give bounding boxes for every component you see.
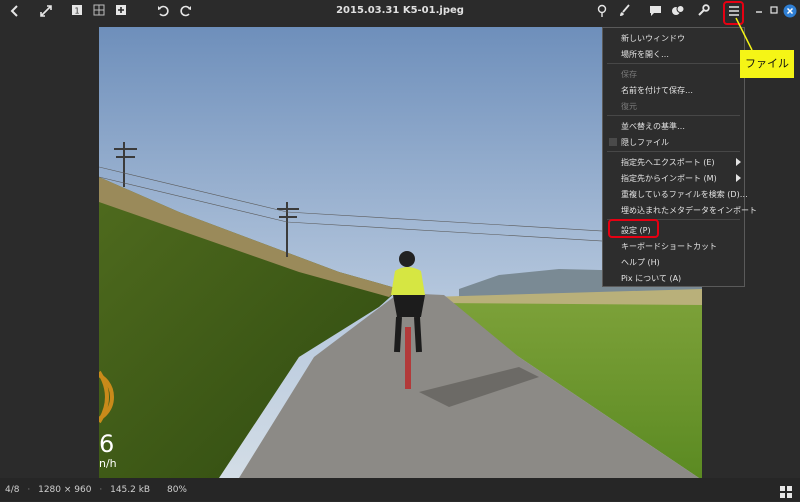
status-dot: · bbox=[99, 485, 103, 495]
comment-icon[interactable] bbox=[648, 4, 662, 22]
status-bar: 4/8 · 1280 × 960 · 145.2 kB 80% bbox=[0, 478, 800, 501]
file-callout-label: ファイル bbox=[740, 50, 794, 78]
thumbnails-grid-icon[interactable] bbox=[780, 483, 792, 498]
menu-item-find-duplicates[interactable]: 重複しているファイルを検索 (D)… bbox=[621, 189, 748, 200]
menu-item-save-as[interactable]: 名前を付けて保存… bbox=[621, 85, 693, 96]
status-dot: · bbox=[27, 485, 31, 495]
menu-item-import-from[interactable]: 指定先からインポート (M) bbox=[621, 173, 717, 184]
submenu-arrow-icon bbox=[736, 158, 741, 166]
preferences-highlight bbox=[608, 219, 659, 238]
menu-separator bbox=[607, 115, 740, 116]
submenu-arrow-icon bbox=[736, 174, 741, 182]
pin-icon[interactable] bbox=[595, 4, 609, 22]
hidden-files-checkbox[interactable] bbox=[609, 138, 617, 146]
wrench-icon[interactable] bbox=[696, 4, 710, 22]
image-position: 4/8 bbox=[5, 485, 20, 495]
image-size: 145.2 kB bbox=[110, 485, 151, 495]
status-info: 4/8 · 1280 × 960 · 145.2 kB 80% bbox=[5, 485, 187, 495]
menu-item-help[interactable]: ヘルプ (H) bbox=[621, 257, 660, 268]
menu-item-export-to[interactable]: 指定先へエクスポート (E) bbox=[621, 157, 715, 168]
brush-icon[interactable] bbox=[617, 4, 631, 22]
menu-item-import-metadata[interactable]: 埋め込まれたメタデータをインポート bbox=[621, 205, 757, 216]
speed-value: 6 bbox=[99, 430, 115, 458]
menu-item-save[interactable]: 保存 bbox=[621, 69, 637, 80]
menu-item-keyboard-shortcuts[interactable]: キーボードショートカット bbox=[621, 241, 717, 252]
file-menu: 新しいウィンドウ 場所を開く… 保存 名前を付けて保存… 復元 並べ替えの基準…… bbox=[602, 27, 757, 287]
menu-separator bbox=[607, 151, 740, 152]
menu-item-sort-by[interactable]: 並べ替えの基準… bbox=[621, 121, 685, 132]
header-bar: 1 2015.03.31 K5-01.jpeg bbox=[0, 0, 800, 27]
menu-item-hidden-files[interactable]: 隠しファイル bbox=[621, 137, 669, 148]
zoom-level: 80% bbox=[166, 485, 187, 495]
callout-pointer bbox=[735, 17, 753, 51]
menu-separator bbox=[607, 63, 740, 64]
menu-item-open-location[interactable]: 場所を開く… bbox=[621, 49, 669, 60]
menu-item-about[interactable]: Pix について (A) bbox=[621, 273, 681, 284]
speed-unit: n/h bbox=[99, 457, 117, 470]
menu-item-revert[interactable]: 復元 bbox=[621, 101, 637, 112]
image-dimensions: 1280 × 960 bbox=[38, 485, 92, 495]
close-icon[interactable] bbox=[783, 4, 797, 22]
menu-item-new-window[interactable]: 新しいウィンドウ bbox=[621, 33, 685, 44]
share-icon[interactable] bbox=[670, 4, 686, 22]
